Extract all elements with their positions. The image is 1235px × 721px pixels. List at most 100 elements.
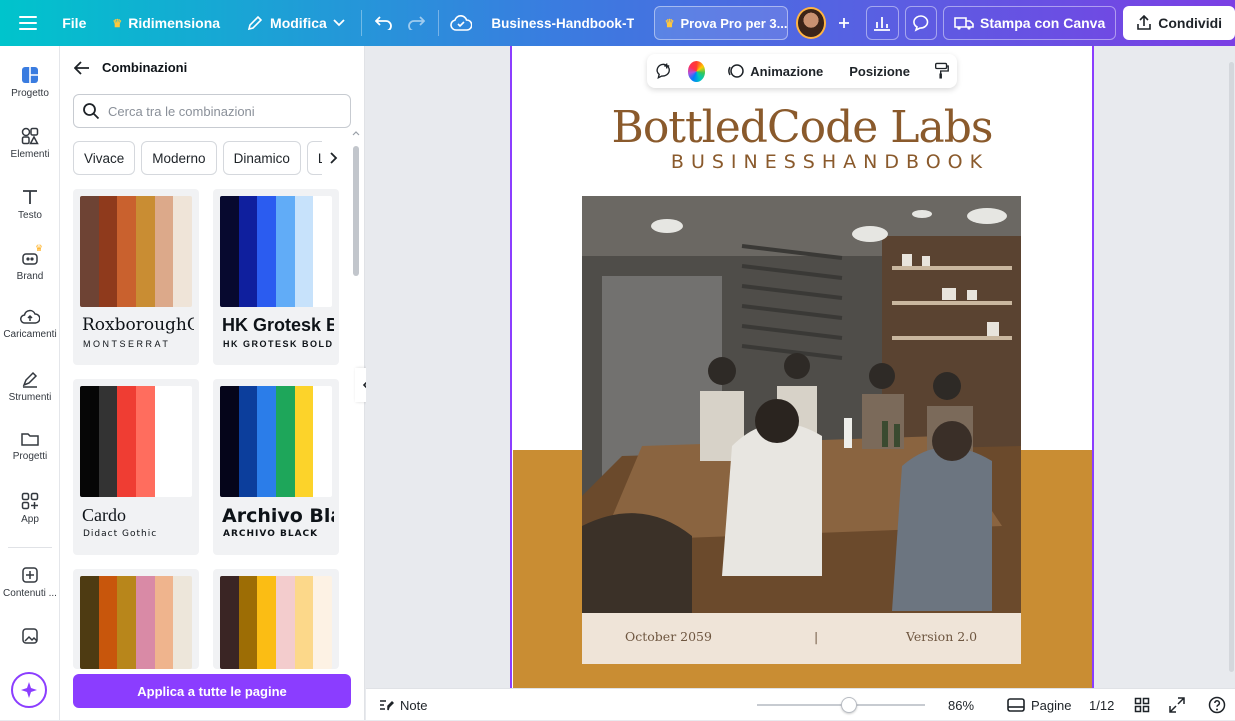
color-swatch — [238, 196, 258, 307]
canvas-scrollbar[interactable] — [1229, 62, 1234, 672]
chip-modern[interactable]: Moderno — [141, 141, 217, 175]
document-title[interactable]: Business-Handbook-Temp... — [491, 16, 633, 31]
magic-assistant-button[interactable] — [11, 672, 47, 708]
notes-label: Note — [400, 697, 428, 713]
page-counter[interactable]: 1/12 — [1089, 689, 1114, 721]
chips-scroll-right-button[interactable] — [322, 141, 346, 175]
combination-card[interactable]: HK Grotesk Bold HK GROTESK BOLD — [213, 189, 339, 365]
color-palette — [220, 576, 332, 669]
caption-bar[interactable]: October 2059 | Version 2.0 — [582, 613, 1021, 664]
color-swatch — [276, 576, 295, 669]
color-swatch — [220, 576, 239, 669]
toolbar-divider — [360, 10, 362, 36]
try-pro-label: Prova Pro per 3... — [680, 15, 788, 31]
content-icon — [22, 567, 38, 583]
text-t-icon — [23, 190, 37, 204]
color-swatch — [276, 386, 295, 497]
rail-item-tools[interactable]: Strumenti — [0, 370, 60, 403]
zoom-percentage[interactable]: 86% — [948, 689, 974, 721]
rail-label: Strumenti — [8, 392, 52, 403]
rail-item-projects[interactable]: Progetti — [0, 431, 60, 462]
filter-chips: Vivace Moderno Dinamico Luminoso — [73, 141, 343, 175]
print-with-canva-button[interactable]: Stampa con Canva — [942, 6, 1117, 40]
paint-roller-icon[interactable] — [934, 61, 949, 81]
color-swatch — [294, 196, 314, 307]
body-font-sample: MONTSERRAT — [83, 339, 171, 349]
team-meeting-photo[interactable] — [582, 196, 1021, 613]
rail-item-brand[interactable]: ♛ Brand — [0, 243, 60, 282]
rail-item-uploads[interactable]: Caricamenti — [0, 309, 60, 340]
rail-item-elements[interactable]: Elementi — [0, 127, 60, 160]
rail-item-content[interactable]: Contenuti ... — [0, 566, 60, 599]
file-label: File — [62, 15, 87, 31]
draw-tools-icon — [22, 371, 38, 388]
color-palette — [80, 576, 192, 669]
rail-item-media[interactable] — [0, 627, 60, 649]
color-swatch — [257, 576, 277, 669]
pages-button[interactable]: Pagine — [1007, 689, 1071, 721]
color-swatch — [173, 196, 192, 307]
scrollbar-thumb[interactable] — [353, 146, 359, 276]
rail-label: Progetti — [12, 451, 48, 462]
search-placeholder: Cerca tra le combinazioni — [108, 103, 255, 119]
try-pro-button[interactable]: ♛ Prova Pro per 3... — [653, 6, 788, 40]
design-page[interactable]: BottledCode Labs BUSINESSHANDBOOK Octobe… — [510, 46, 1094, 688]
rail-label: Progetto — [11, 88, 49, 99]
undo-button[interactable] — [368, 6, 400, 40]
arrow-left-icon[interactable] — [74, 60, 90, 75]
notes-button[interactable]: Note — [378, 689, 427, 721]
rail-item-project[interactable]: Progetto — [0, 66, 60, 99]
rail-item-text[interactable]: Testo — [0, 188, 60, 221]
brand-title[interactable]: BottledCode Labs — [512, 102, 1092, 153]
color-palette — [80, 196, 192, 307]
color-swatch — [313, 386, 332, 497]
color-wheel-icon[interactable] — [687, 60, 706, 82]
add-comment-icon[interactable] — [655, 61, 672, 81]
fullscreen-button[interactable] — [1169, 689, 1185, 721]
combination-card[interactable]: RoxboroughCF MONTSERRAT — [73, 189, 199, 365]
rail-label: Testo — [18, 210, 42, 221]
file-menu-button[interactable]: File — [52, 6, 96, 40]
layout-icon — [22, 67, 38, 83]
animation-label: Animazione — [750, 63, 824, 79]
zoom-slider[interactable] — [757, 697, 925, 713]
combinations-search-input[interactable]: Cerca tra le combinazioni — [73, 94, 351, 128]
help-button[interactable] — [1208, 689, 1226, 721]
chip-vivid[interactable]: Vivace — [73, 141, 136, 175]
redo-button[interactable] — [400, 6, 432, 40]
save-status-button[interactable] — [445, 6, 477, 40]
apply-to-all-pages-button[interactable]: Applica a tutte le pagine — [73, 674, 351, 708]
avatar[interactable] — [795, 7, 827, 39]
brand-subtitle[interactable]: BUSINESSHANDBOOK — [512, 151, 1092, 173]
version-text[interactable]: Version 2.0 — [906, 629, 977, 644]
edit-dropdown-button[interactable]: Modifica — [236, 6, 355, 40]
resize-button[interactable]: ♛ Ridimensiona — [102, 6, 230, 40]
date-text[interactable]: October 2059 — [625, 629, 712, 644]
rail-label: Contenuti ... — [3, 588, 57, 599]
add-collaborator-button[interactable] — [828, 6, 860, 40]
color-swatch — [117, 196, 137, 307]
color-swatch — [136, 196, 155, 307]
menu-icon[interactable] — [12, 6, 44, 40]
comments-button[interactable] — [904, 6, 937, 40]
color-swatch — [80, 576, 99, 669]
animation-button[interactable]: Animazione — [727, 62, 823, 80]
color-swatch — [294, 576, 314, 669]
combination-card[interactable] — [73, 569, 199, 669]
zoom-slider-knob[interactable] — [841, 697, 857, 713]
panel-scrollbar[interactable] — [352, 131, 360, 696]
share-button[interactable]: Condividi — [1123, 6, 1235, 40]
panel-title: Combinazioni — [102, 60, 188, 75]
undo-icon — [374, 16, 392, 30]
combination-card[interactable] — [213, 569, 339, 669]
rail-item-apps[interactable]: App — [0, 492, 60, 525]
rail-label: Brand — [16, 271, 44, 282]
color-swatch — [313, 576, 332, 669]
color-swatch — [173, 576, 192, 669]
grid-view-button[interactable] — [1134, 689, 1150, 721]
combination-card[interactable]: Cardo Didact Gothic — [73, 379, 199, 555]
position-button[interactable]: Posizione — [849, 64, 910, 79]
chip-dynamic[interactable]: Dinamico — [222, 141, 301, 175]
insights-button[interactable] — [866, 6, 899, 40]
combination-card[interactable]: Archivo Black ARCHIVO BLACK — [213, 379, 339, 555]
